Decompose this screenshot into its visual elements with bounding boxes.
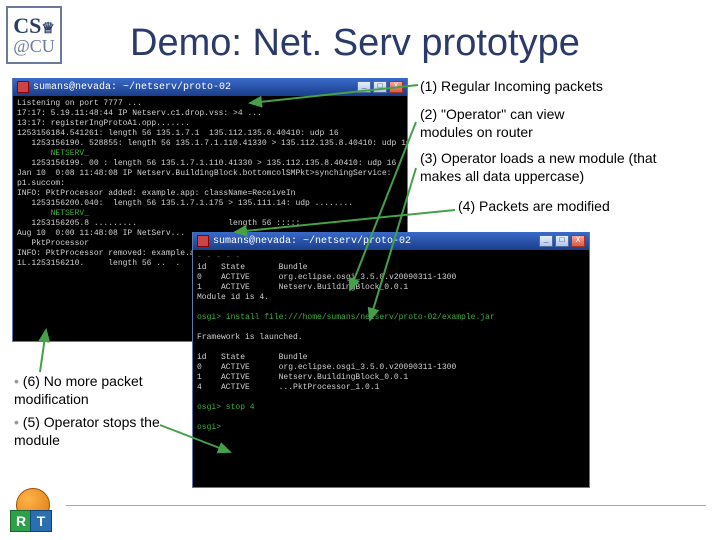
annotation-4: (4) Packets are modified <box>458 198 678 216</box>
footer-divider <box>66 505 706 506</box>
annotation-3: (3) Operator loads a new module (that ma… <box>420 150 680 185</box>
maximize-button[interactable]: □ <box>373 81 387 93</box>
logo-t-badge: T <box>30 510 52 532</box>
titlebar-osgi[interactable]: sumans@nevada: ~/netserv/proto-02 _ □ X <box>193 232 589 250</box>
titlebar-text: sumans@nevada: ~/netserv/proto-02 <box>33 82 231 93</box>
term-icon <box>197 235 209 247</box>
annotation-6: • (6) No more packet modification <box>14 373 194 408</box>
annotation-1: (1) Regular Incoming packets <box>420 78 603 96</box>
window-controls: _ □ X <box>539 235 585 247</box>
terminal-osgi[interactable]: sumans@nevada: ~/netserv/proto-02 _ □ X … <box>192 232 590 488</box>
maximize-button[interactable]: □ <box>555 235 569 247</box>
titlebar-text: sumans@nevada: ~/netserv/proto-02 <box>213 236 411 247</box>
page-title: Demo: Net. Serv prototype <box>130 22 580 65</box>
term-icon <box>17 81 29 93</box>
logo-r-badge: R <box>10 510 32 532</box>
annotation-2: (2) "Operator" can view modules on route… <box>420 106 600 141</box>
close-button[interactable]: X <box>571 235 585 247</box>
minimize-button[interactable]: _ <box>539 235 553 247</box>
close-button[interactable]: X <box>389 81 403 93</box>
bottom-logo: R T <box>10 488 58 532</box>
top-logo: CS♕ @CU <box>6 6 62 64</box>
window-controls: _ □ X <box>357 81 403 93</box>
titlebar-tcpdump[interactable]: sumans@nevada: ~/netserv/proto-02 _ □ X <box>13 78 407 96</box>
annotation-5: • (5) Operator stops the module <box>14 414 194 449</box>
logo-cu: @CU <box>13 37 55 55</box>
logo-cs: CS♕ <box>13 15 55 37</box>
minimize-button[interactable]: _ <box>357 81 371 93</box>
terminal-output-osgi: - - - - -id State Bundle0 ACTIVE org.ecl… <box>193 250 589 436</box>
